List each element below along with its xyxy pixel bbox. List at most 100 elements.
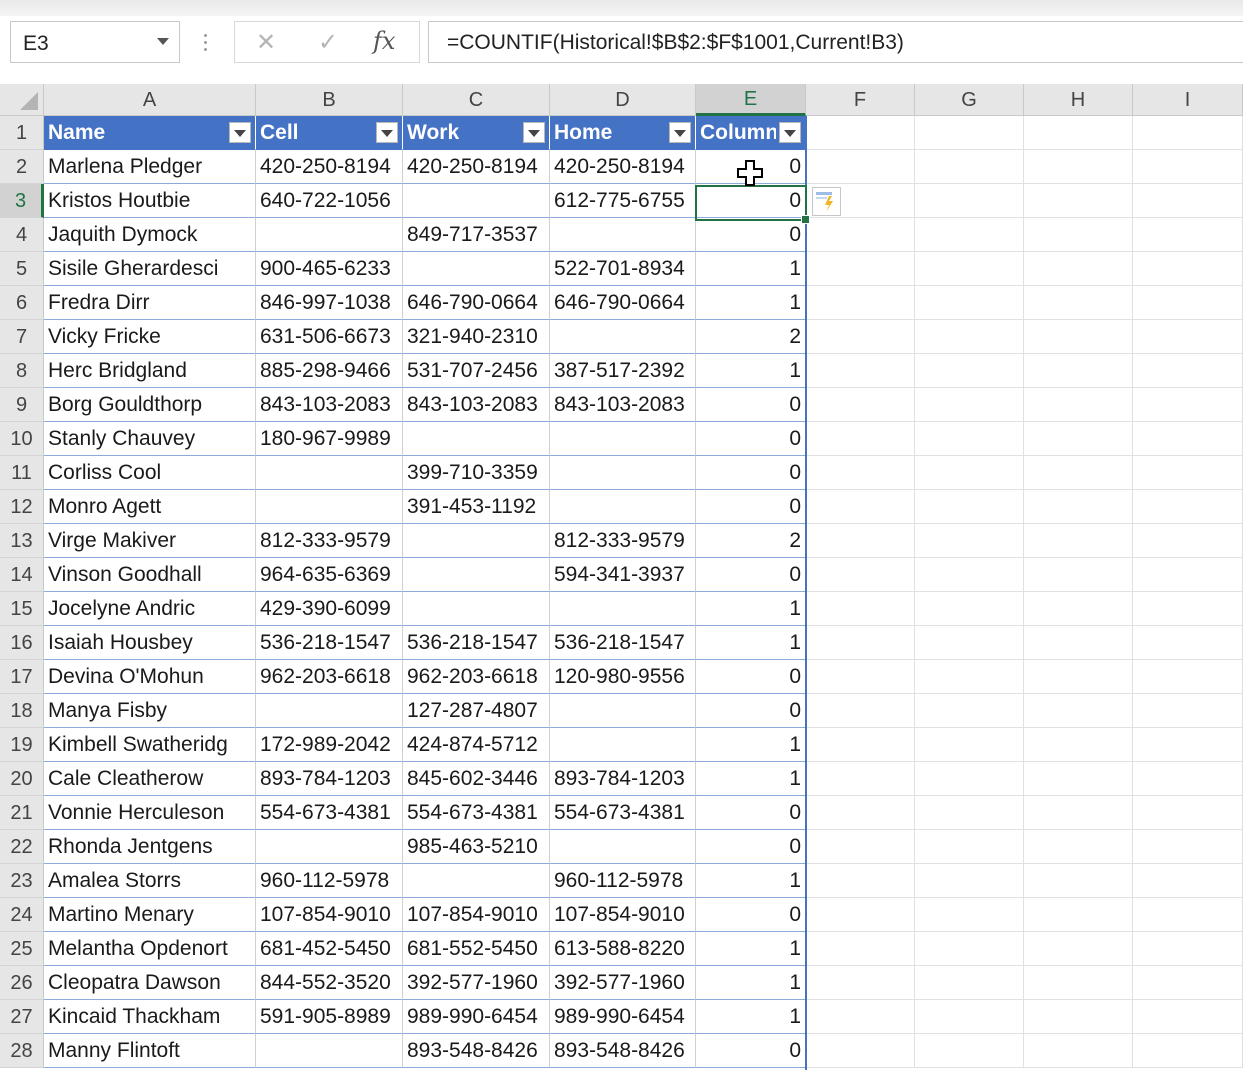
empty-cell[interactable] (1024, 592, 1133, 626)
empty-cell[interactable] (915, 762, 1024, 796)
table-cell[interactable] (403, 864, 550, 898)
empty-cell[interactable] (1133, 320, 1243, 354)
empty-cell[interactable] (1024, 218, 1133, 252)
empty-cell[interactable] (915, 830, 1024, 864)
table-header-cell[interactable]: Column1 (696, 116, 806, 150)
empty-cell[interactable] (1133, 966, 1243, 1000)
table-cell-count[interactable]: 1 (696, 252, 806, 286)
table-cell[interactable] (550, 592, 696, 626)
table-cell-count[interactable]: 1 (696, 354, 806, 388)
table-header-cell[interactable]: Name (44, 116, 256, 150)
table-cell[interactable]: 424-874-5712 (403, 728, 550, 762)
row-header[interactable]: 21 (0, 796, 44, 830)
empty-cell[interactable] (1024, 558, 1133, 592)
table-cell[interactable]: 613-588-8220 (550, 932, 696, 966)
empty-cell[interactable] (806, 694, 915, 728)
empty-cell[interactable] (806, 728, 915, 762)
empty-cell[interactable] (806, 660, 915, 694)
table-cell[interactable]: 960-112-5978 (550, 864, 696, 898)
table-cell[interactable]: Devina O'Mohun (44, 660, 256, 694)
table-cell[interactable]: 885-298-9466 (256, 354, 403, 388)
table-cell[interactable] (403, 524, 550, 558)
table-cell-count[interactable]: 0 (696, 422, 806, 456)
table-cell[interactable]: 843-103-2083 (550, 388, 696, 422)
table-cell[interactable]: 631-506-6673 (256, 320, 403, 354)
row-header[interactable]: 27 (0, 1000, 44, 1034)
table-cell-count[interactable]: 1 (696, 1000, 806, 1034)
empty-cell[interactable] (806, 796, 915, 830)
table-cell[interactable]: Cleopatra Dawson (44, 966, 256, 1000)
empty-cell[interactable] (1133, 116, 1243, 150)
table-header-cell[interactable]: Work (403, 116, 550, 150)
row-header[interactable]: 10 (0, 422, 44, 456)
table-cell[interactable]: Monro Agett (44, 490, 256, 524)
empty-cell[interactable] (1133, 422, 1243, 456)
row-header[interactable]: 23 (0, 864, 44, 898)
empty-cell[interactable] (806, 116, 915, 150)
column-header-h[interactable]: H (1024, 84, 1133, 116)
empty-cell[interactable] (1024, 830, 1133, 864)
empty-cell[interactable] (915, 1000, 1024, 1034)
empty-cell[interactable] (1133, 286, 1243, 320)
table-cell[interactable]: Herc Bridgland (44, 354, 256, 388)
empty-cell[interactable] (1133, 388, 1243, 422)
table-cell[interactable]: 536-218-1547 (256, 626, 403, 660)
table-cell[interactable] (256, 218, 403, 252)
table-cell[interactable]: Corliss Cool (44, 456, 256, 490)
empty-cell[interactable] (1024, 898, 1133, 932)
table-cell[interactable] (550, 320, 696, 354)
table-cell-count[interactable]: 1 (696, 762, 806, 796)
filter-dropdown-button[interactable] (523, 122, 545, 143)
row-header[interactable]: 28 (0, 1034, 44, 1068)
row-header[interactable]: 1 (0, 116, 44, 150)
table-cell[interactable]: Borg Gouldthorp (44, 388, 256, 422)
empty-cell[interactable] (1133, 762, 1243, 796)
table-cell[interactable]: 594-341-3937 (550, 558, 696, 592)
row-header[interactable]: 24 (0, 898, 44, 932)
table-cell-count[interactable]: 1 (696, 864, 806, 898)
table-cell[interactable] (550, 490, 696, 524)
empty-cell[interactable] (1024, 626, 1133, 660)
table-cell[interactable] (550, 456, 696, 490)
empty-cell[interactable] (1133, 830, 1243, 864)
table-cell[interactable]: 399-710-3359 (403, 456, 550, 490)
table-cell[interactable]: 420-250-8194 (550, 150, 696, 184)
table-cell[interactable] (550, 830, 696, 864)
empty-cell[interactable] (915, 286, 1024, 320)
name-box[interactable]: E3 (10, 21, 180, 63)
column-header-f[interactable]: F (806, 84, 915, 116)
table-cell-count[interactable]: 1 (696, 626, 806, 660)
empty-cell[interactable] (806, 218, 915, 252)
row-header[interactable]: 4 (0, 218, 44, 252)
table-cell[interactable] (550, 422, 696, 456)
empty-cell[interactable] (915, 898, 1024, 932)
empty-cell[interactable] (1024, 116, 1133, 150)
table-cell[interactable]: 107-854-9010 (256, 898, 403, 932)
table-cell[interactable] (403, 252, 550, 286)
table-cell[interactable]: Jocelyne Andric (44, 592, 256, 626)
table-cell[interactable] (256, 456, 403, 490)
filter-dropdown-button[interactable] (229, 122, 251, 143)
empty-cell[interactable] (806, 524, 915, 558)
empty-cell[interactable] (1133, 626, 1243, 660)
empty-cell[interactable] (915, 218, 1024, 252)
table-cell[interactable]: Fredra Dirr (44, 286, 256, 320)
table-cell[interactable]: 180-967-9989 (256, 422, 403, 456)
table-cell[interactable]: Martino Menary (44, 898, 256, 932)
empty-cell[interactable] (1133, 796, 1243, 830)
row-header[interactable]: 19 (0, 728, 44, 762)
empty-cell[interactable] (1024, 1000, 1133, 1034)
empty-cell[interactable] (806, 286, 915, 320)
empty-cell[interactable] (1133, 150, 1243, 184)
column-header-b[interactable]: B (256, 84, 403, 116)
table-cell[interactable]: 321-940-2310 (403, 320, 550, 354)
empty-cell[interactable] (915, 932, 1024, 966)
table-cell[interactable] (256, 830, 403, 864)
table-cell[interactable]: 846-997-1038 (256, 286, 403, 320)
empty-cell[interactable] (1024, 694, 1133, 728)
empty-cell[interactable] (1133, 456, 1243, 490)
table-cell[interactable]: Manya Fisby (44, 694, 256, 728)
empty-cell[interactable] (1024, 762, 1133, 796)
table-cell-count[interactable]: 2 (696, 524, 806, 558)
table-cell[interactable]: Virge Makiver (44, 524, 256, 558)
